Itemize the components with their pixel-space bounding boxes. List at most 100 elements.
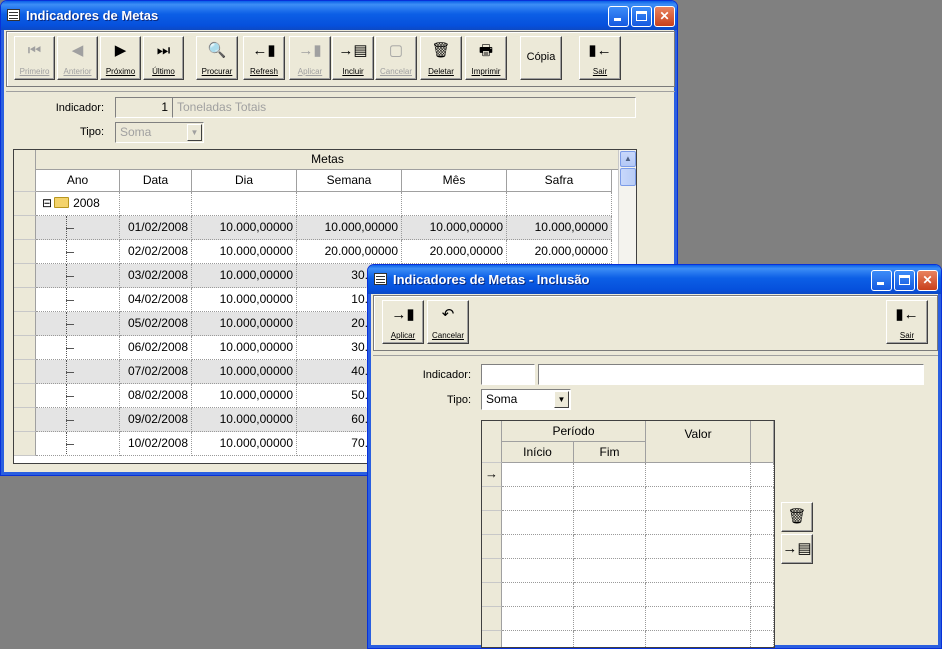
table-cell[interactable]: 06/02/2008 — [120, 336, 192, 360]
table-cell[interactable]: 10.000,00000 — [192, 360, 297, 384]
table-cell[interactable] — [751, 583, 774, 607]
toolbar-button-next-record[interactable]: ▶ Próximo — [100, 36, 141, 80]
table-cell[interactable] — [751, 607, 774, 631]
toolbar-button-refresh[interactable]: ←▮ Refresh — [243, 36, 285, 80]
table-cell[interactable] — [751, 559, 774, 583]
minimize-button[interactable] — [608, 6, 629, 27]
table-cell[interactable] — [751, 487, 774, 511]
table-cell[interactable]: 10.000,00000 — [192, 288, 297, 312]
column-header[interactable]: Dia — [192, 170, 297, 192]
table-cell[interactable] — [646, 607, 751, 631]
table-cell[interactable]: 10.000,00000 — [192, 432, 297, 456]
toolbar-button-apply[interactable]: →▮ Aplicar — [289, 36, 331, 80]
table-cell[interactable] — [574, 487, 646, 511]
table-cell[interactable]: 01/02/2008 — [120, 216, 192, 240]
dialog-tipo-combo[interactable]: Soma ▼ — [481, 389, 571, 410]
table-cell[interactable]: 20.000,00000 — [402, 240, 507, 264]
table-cell[interactable] — [574, 583, 646, 607]
table-cell[interactable] — [646, 535, 751, 559]
column-header-fim[interactable]: Fim — [574, 442, 646, 463]
table-cell[interactable] — [646, 487, 751, 511]
table-cell[interactable]: 02/02/2008 — [120, 240, 192, 264]
table-cell[interactable] — [502, 631, 574, 647]
toolbar-button-cancel[interactable]: ▢ Cancelar — [375, 36, 417, 80]
table-cell[interactable] — [646, 559, 751, 583]
minimize-button[interactable] — [871, 270, 892, 291]
table-cell[interactable]: 05/02/2008 — [120, 312, 192, 336]
table-cell[interactable]: 10.000,00000 — [402, 216, 507, 240]
table-cell[interactable]: 10.000,00000 — [297, 216, 402, 240]
table-cell[interactable] — [502, 559, 574, 583]
table-cell[interactable]: 08/02/2008 — [120, 384, 192, 408]
maximize-button[interactable] — [894, 270, 915, 291]
dialog-sair-button[interactable]: ▮← Sair — [886, 300, 928, 344]
table-cell[interactable] — [502, 607, 574, 631]
table-cell[interactable]: 09/02/2008 — [120, 408, 192, 432]
column-header[interactable]: Data — [120, 170, 192, 192]
toolbar-button-print[interactable]: 🖶 Imprimir — [465, 36, 507, 80]
table-cell[interactable]: 10.000,00000 — [192, 408, 297, 432]
toolbar-button-previous-record[interactable]: ◀ Anterior — [57, 36, 98, 80]
dialog-indicador-code-input[interactable] — [481, 364, 535, 385]
table-cell[interactable] — [574, 607, 646, 631]
table-cell[interactable] — [646, 583, 751, 607]
table-cell[interactable] — [502, 463, 574, 487]
tree-node-year[interactable]: ⊟ 2008 — [36, 192, 120, 216]
table-cell[interactable]: 20.000,00000 — [297, 240, 402, 264]
table-cell[interactable]: 10.000,00000 — [192, 384, 297, 408]
indicador-code-field[interactable]: 1 — [115, 97, 173, 118]
tipo-combo[interactable]: Soma ▼ — [115, 122, 204, 143]
dialog-cancelar-button[interactable]: ↶ Cancelar — [427, 300, 469, 344]
table-cell[interactable]: 10.000,00000 — [192, 336, 297, 360]
table-cell[interactable]: 10.000,00000 — [192, 264, 297, 288]
table-cell[interactable] — [502, 583, 574, 607]
toolbar-button-first-record[interactable]: ⏮ Primeiro — [14, 36, 55, 80]
table-cell[interactable] — [751, 463, 774, 487]
dialog-titlebar[interactable]: Indicadores de Metas - Inclusão ✕ — [368, 265, 941, 294]
table-cell[interactable] — [502, 487, 574, 511]
periodo-grid[interactable]: Período Início Fim Valor → — [481, 420, 775, 648]
table-cell[interactable]: 10.000,00000 — [192, 240, 297, 264]
toolbar-button-exit-door[interactable]: ▮← Sair — [579, 36, 621, 80]
column-header[interactable]: Semana — [297, 170, 402, 192]
indicador-name-field[interactable]: Toneladas Totais — [172, 97, 636, 118]
close-button[interactable]: ✕ — [654, 6, 675, 27]
table-cell[interactable] — [502, 535, 574, 559]
column-header[interactable]: Mês — [402, 170, 507, 192]
table-cell[interactable] — [574, 535, 646, 559]
main-titlebar[interactable]: Indicadores de Metas ✕ — [1, 1, 677, 30]
dialog-indicador-name-input[interactable] — [538, 364, 924, 385]
column-header-valor[interactable]: Valor — [646, 421, 751, 463]
table-cell[interactable]: 10.000,00000 — [192, 312, 297, 336]
table-cell[interactable] — [574, 631, 646, 647]
table-cell[interactable]: 20.000,00000 — [507, 240, 612, 264]
toolbar-button-insert[interactable]: →▤ Incluir — [332, 36, 374, 80]
table-cell[interactable] — [646, 511, 751, 535]
table-cell[interactable] — [751, 535, 774, 559]
table-cell[interactable] — [574, 511, 646, 535]
toolbar-button-delete[interactable]: 🗑 Deletar — [420, 36, 462, 80]
table-cell[interactable]: 10.000,00000 — [507, 216, 612, 240]
maximize-button[interactable] — [631, 6, 652, 27]
table-cell[interactable] — [574, 463, 646, 487]
table-cell[interactable] — [751, 631, 774, 647]
column-header-inicio[interactable]: Início — [502, 442, 574, 463]
column-header[interactable]: Ano — [36, 170, 120, 192]
grid-insert-row-button[interactable]: →▤ — [781, 534, 813, 564]
table-cell[interactable] — [646, 631, 751, 647]
table-cell[interactable] — [574, 559, 646, 583]
toolbar-button-search[interactable]: 🔍 Procurar — [196, 36, 238, 80]
toolbar-button-copia[interactable]: Cópia — [520, 36, 562, 80]
column-header[interactable]: Safra — [507, 170, 612, 192]
table-cell[interactable]: 10/02/2008 — [120, 432, 192, 456]
chevron-down-icon[interactable]: ▼ — [554, 391, 569, 408]
table-cell[interactable]: 10.000,00000 — [192, 216, 297, 240]
dialog-aplicar-button[interactable]: →▮ Aplicar — [382, 300, 424, 344]
table-cell[interactable] — [646, 463, 751, 487]
table-cell[interactable] — [751, 511, 774, 535]
close-button[interactable]: ✕ — [917, 270, 938, 291]
table-cell[interactable]: 03/02/2008 — [120, 264, 192, 288]
chevron-down-icon[interactable]: ▼ — [187, 124, 202, 141]
grid-delete-row-button[interactable]: 🗑 — [781, 502, 813, 532]
scroll-up-button[interactable]: ▲ — [620, 151, 636, 167]
